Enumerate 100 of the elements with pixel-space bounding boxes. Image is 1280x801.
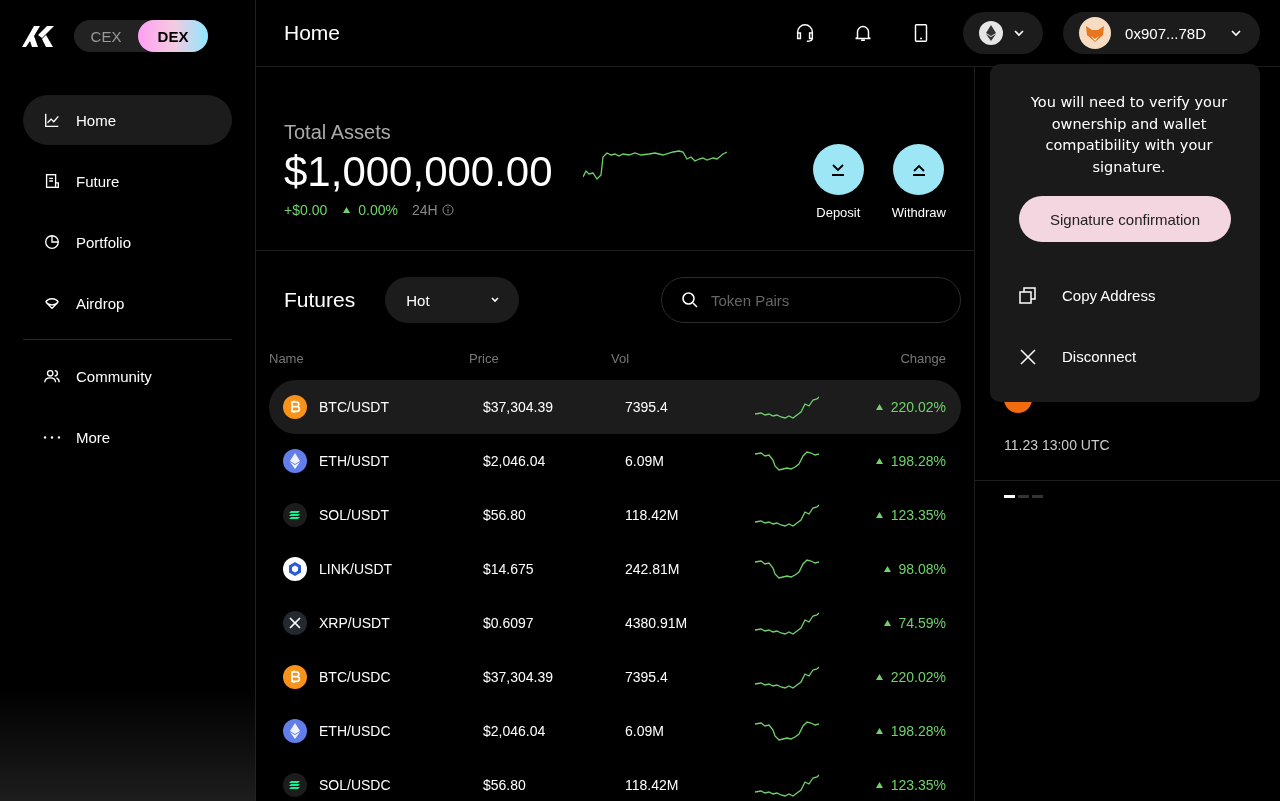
chart-icon bbox=[43, 111, 61, 129]
table-row[interactable]: LINK/USDT $14.675 242.81M 98.08% bbox=[269, 542, 961, 596]
table-row[interactable]: SOL/USDC $56.80 118.42M 123.35% bbox=[269, 758, 961, 801]
mode-tab[interactable]: DEX bbox=[138, 20, 208, 52]
menu-item[interactable]: Disconnect bbox=[1018, 326, 1240, 387]
coin-icon bbox=[283, 395, 307, 419]
verify-message: You will need to verify your ownership and wallet compatibility with your signature. bbox=[1029, 93, 1229, 177]
nav-item[interactable]: Community bbox=[23, 351, 232, 401]
volume-cell-text: 118.42M bbox=[625, 507, 680, 523]
table-row[interactable]: BTC/USDT $37,304.39 7395.4 220.02% bbox=[269, 380, 961, 434]
network-selector[interactable] bbox=[963, 12, 1044, 54]
column-header: Change bbox=[900, 351, 946, 366]
sparkline bbox=[755, 610, 819, 636]
sparkline bbox=[755, 664, 819, 690]
coin-icon bbox=[283, 665, 307, 689]
change-cell: 74.59% bbox=[898, 615, 946, 631]
ethereum-icon bbox=[979, 21, 1004, 45]
wallet-button[interactable]: 0x907...78D bbox=[1063, 12, 1260, 54]
change-cell: 198.28% bbox=[890, 723, 946, 739]
menu-item[interactable]: Copy Address bbox=[1018, 265, 1240, 326]
volume-cell-text: 6.09M bbox=[625, 453, 665, 469]
pair-name: ETH/USDC bbox=[319, 723, 391, 739]
coin-icon bbox=[283, 719, 307, 743]
change-cell: 220.02% bbox=[890, 669, 946, 685]
pair-name: BTC/USDC bbox=[319, 669, 391, 685]
volume-cell-text: 118.42M bbox=[625, 777, 680, 793]
up-triangle-icon bbox=[875, 512, 883, 518]
volume-cell-text: 242.81M bbox=[625, 561, 681, 577]
change-cell: 98.08% bbox=[898, 561, 946, 577]
period-label: 24H bbox=[411, 202, 438, 218]
nav-item[interactable]: Airdrop bbox=[23, 278, 232, 328]
nav-item[interactable]: More bbox=[23, 412, 232, 462]
price-cell-text: $37,304.39 bbox=[483, 669, 555, 685]
up-triangle-icon bbox=[875, 404, 883, 410]
up-triangle-icon bbox=[875, 458, 883, 464]
doc-icon bbox=[43, 172, 61, 190]
section-title: Futures bbox=[284, 288, 356, 312]
column-header: Price bbox=[469, 351, 500, 366]
pair-name: BTC/USDT bbox=[319, 399, 389, 415]
nav-item[interactable]: Future bbox=[23, 156, 232, 206]
coin-icon bbox=[283, 773, 307, 797]
change-cell: 198.28% bbox=[890, 453, 946, 469]
change-cell: 220.02% bbox=[890, 399, 946, 415]
mode-tab[interactable]: CEX bbox=[74, 20, 138, 52]
info-icon[interactable] bbox=[441, 204, 454, 216]
sparkline bbox=[755, 394, 819, 420]
volume-cell-text: 4380.91M bbox=[625, 615, 689, 631]
nav-item[interactable]: Portfolio bbox=[23, 217, 232, 267]
deposit-button[interactable] bbox=[812, 144, 864, 195]
column-header: Name bbox=[269, 351, 305, 366]
signature-button[interactable]: Signature confirmation bbox=[1019, 196, 1231, 242]
people-icon bbox=[43, 367, 61, 385]
up-triangle-icon bbox=[875, 728, 883, 734]
caret-icon bbox=[1013, 29, 1026, 37]
copy-icon bbox=[1018, 285, 1038, 306]
table-row[interactable]: XRP/USDT $0.6097 4380.91M 74.59% bbox=[269, 596, 961, 650]
change-cell: 123.35% bbox=[890, 777, 946, 793]
search-field[interactable]: Token Pairs bbox=[661, 277, 961, 323]
sparkline bbox=[755, 772, 819, 798]
assets-value: $1,000,000.00 bbox=[284, 148, 553, 196]
search-icon bbox=[681, 291, 699, 309]
price-cell-text: $14.675 bbox=[483, 561, 535, 577]
coin-icon bbox=[283, 503, 307, 527]
price-cell-text: $2,046.04 bbox=[483, 453, 547, 469]
sparkline bbox=[755, 502, 819, 528]
logo-icon bbox=[22, 24, 54, 48]
volume-cell-text: 7395.4 bbox=[625, 399, 669, 415]
coin-icon bbox=[283, 557, 307, 581]
filter-dropdown[interactable]: Hot bbox=[385, 277, 520, 323]
volume-cell-text: 6.09M bbox=[625, 723, 665, 739]
up-triangle-icon bbox=[875, 782, 883, 788]
up-triangle-icon bbox=[883, 620, 891, 626]
pair-name: SOL/USDC bbox=[319, 777, 391, 793]
sparkline bbox=[755, 556, 819, 582]
fox-avatar-icon bbox=[1079, 17, 1112, 49]
coin-icon bbox=[283, 611, 307, 635]
up-triangle-icon bbox=[343, 207, 351, 213]
page-title: Home bbox=[284, 21, 342, 45]
table-row[interactable]: BTC/USDC $37,304.39 7395.4 220.02% bbox=[269, 650, 961, 704]
sparkline bbox=[755, 448, 819, 474]
price-cell-text: $2,046.04 bbox=[483, 723, 547, 739]
nav-item[interactable]: Home bbox=[23, 95, 232, 145]
pie-icon bbox=[43, 233, 61, 251]
table-row[interactable]: SOL/USDT $56.80 118.42M 123.35% bbox=[269, 488, 961, 542]
price-cell-text: $56.80 bbox=[483, 507, 527, 523]
withdraw-button[interactable] bbox=[893, 144, 945, 195]
caret-icon bbox=[489, 296, 502, 304]
volume-cell-text: 7395.4 bbox=[625, 669, 669, 685]
change-percent: 0.00% bbox=[358, 202, 398, 218]
column-header: Vol bbox=[611, 351, 631, 366]
change-cell: 123.35% bbox=[890, 507, 946, 523]
event-date: 11.23 13:00 UTC bbox=[1004, 437, 1111, 453]
pair-name: ETH/USDT bbox=[319, 453, 389, 469]
up-triangle-icon bbox=[875, 674, 883, 680]
pair-name: LINK/USDT bbox=[319, 561, 393, 577]
table-row[interactable]: ETH/USDT $2,046.04 6.09M 198.28% bbox=[269, 434, 961, 488]
change-amount: +$0.00 bbox=[284, 202, 328, 218]
close-icon bbox=[1018, 346, 1038, 367]
table-row[interactable]: ETH/USDC $2,046.04 6.09M 198.28% bbox=[269, 704, 961, 758]
sparkline bbox=[755, 718, 819, 744]
